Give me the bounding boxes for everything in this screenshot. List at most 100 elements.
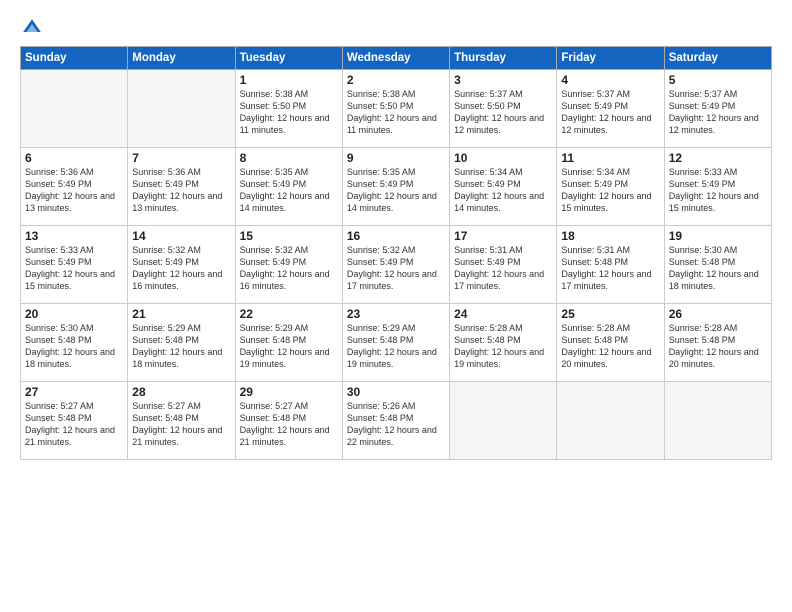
day-number: 1 [240,73,338,87]
calendar-cell: 19Sunrise: 5:30 AM Sunset: 5:48 PM Dayli… [664,226,771,304]
header-wednesday: Wednesday [342,47,449,70]
day-info: Sunrise: 5:31 AM Sunset: 5:48 PM Dayligh… [561,244,659,293]
day-info: Sunrise: 5:29 AM Sunset: 5:48 PM Dayligh… [132,322,230,371]
day-number: 9 [347,151,445,165]
day-number: 21 [132,307,230,321]
day-number: 10 [454,151,552,165]
day-info: Sunrise: 5:38 AM Sunset: 5:50 PM Dayligh… [240,88,338,137]
day-number: 6 [25,151,123,165]
day-info: Sunrise: 5:33 AM Sunset: 5:49 PM Dayligh… [25,244,123,293]
day-number: 17 [454,229,552,243]
calendar-cell: 26Sunrise: 5:28 AM Sunset: 5:48 PM Dayli… [664,304,771,382]
day-info: Sunrise: 5:32 AM Sunset: 5:49 PM Dayligh… [132,244,230,293]
calendar-cell: 5Sunrise: 5:37 AM Sunset: 5:49 PM Daylig… [664,70,771,148]
day-number: 28 [132,385,230,399]
day-info: Sunrise: 5:30 AM Sunset: 5:48 PM Dayligh… [25,322,123,371]
day-info: Sunrise: 5:35 AM Sunset: 5:49 PM Dayligh… [347,166,445,215]
calendar-cell: 6Sunrise: 5:36 AM Sunset: 5:49 PM Daylig… [21,148,128,226]
day-number: 16 [347,229,445,243]
day-info: Sunrise: 5:36 AM Sunset: 5:49 PM Dayligh… [132,166,230,215]
day-number: 25 [561,307,659,321]
day-info: Sunrise: 5:31 AM Sunset: 5:49 PM Dayligh… [454,244,552,293]
calendar-cell: 18Sunrise: 5:31 AM Sunset: 5:48 PM Dayli… [557,226,664,304]
day-number: 29 [240,385,338,399]
calendar-table: SundayMondayTuesdayWednesdayThursdayFrid… [20,46,772,460]
calendar-cell: 23Sunrise: 5:29 AM Sunset: 5:48 PM Dayli… [342,304,449,382]
calendar-cell: 30Sunrise: 5:26 AM Sunset: 5:48 PM Dayli… [342,382,449,460]
header-saturday: Saturday [664,47,771,70]
header-tuesday: Tuesday [235,47,342,70]
day-number: 2 [347,73,445,87]
calendar-header: SundayMondayTuesdayWednesdayThursdayFrid… [21,47,772,70]
calendar-body: 1Sunrise: 5:38 AM Sunset: 5:50 PM Daylig… [21,70,772,460]
calendar-cell: 12Sunrise: 5:33 AM Sunset: 5:49 PM Dayli… [664,148,771,226]
week-row-3: 13Sunrise: 5:33 AM Sunset: 5:49 PM Dayli… [21,226,772,304]
day-number: 27 [25,385,123,399]
calendar-cell: 10Sunrise: 5:34 AM Sunset: 5:49 PM Dayli… [450,148,557,226]
calendar-cell: 15Sunrise: 5:32 AM Sunset: 5:49 PM Dayli… [235,226,342,304]
day-number: 13 [25,229,123,243]
header [20,16,772,40]
day-number: 12 [669,151,767,165]
day-number: 5 [669,73,767,87]
calendar-cell: 22Sunrise: 5:29 AM Sunset: 5:48 PM Dayli… [235,304,342,382]
day-info: Sunrise: 5:34 AM Sunset: 5:49 PM Dayligh… [561,166,659,215]
calendar-cell: 24Sunrise: 5:28 AM Sunset: 5:48 PM Dayli… [450,304,557,382]
week-row-5: 27Sunrise: 5:27 AM Sunset: 5:48 PM Dayli… [21,382,772,460]
day-number: 14 [132,229,230,243]
calendar-cell [664,382,771,460]
logo [20,16,48,40]
header-monday: Monday [128,47,235,70]
day-info: Sunrise: 5:26 AM Sunset: 5:48 PM Dayligh… [347,400,445,449]
header-thursday: Thursday [450,47,557,70]
day-info: Sunrise: 5:28 AM Sunset: 5:48 PM Dayligh… [561,322,659,371]
day-number: 3 [454,73,552,87]
day-info: Sunrise: 5:33 AM Sunset: 5:49 PM Dayligh… [669,166,767,215]
calendar-cell: 1Sunrise: 5:38 AM Sunset: 5:50 PM Daylig… [235,70,342,148]
calendar-cell [557,382,664,460]
day-number: 23 [347,307,445,321]
calendar-cell: 20Sunrise: 5:30 AM Sunset: 5:48 PM Dayli… [21,304,128,382]
header-sunday: Sunday [21,47,128,70]
week-row-1: 1Sunrise: 5:38 AM Sunset: 5:50 PM Daylig… [21,70,772,148]
day-info: Sunrise: 5:36 AM Sunset: 5:49 PM Dayligh… [25,166,123,215]
calendar-cell: 9Sunrise: 5:35 AM Sunset: 5:49 PM Daylig… [342,148,449,226]
day-info: Sunrise: 5:28 AM Sunset: 5:48 PM Dayligh… [454,322,552,371]
day-number: 7 [132,151,230,165]
calendar-cell: 25Sunrise: 5:28 AM Sunset: 5:48 PM Dayli… [557,304,664,382]
calendar-cell: 7Sunrise: 5:36 AM Sunset: 5:49 PM Daylig… [128,148,235,226]
day-number: 11 [561,151,659,165]
week-row-2: 6Sunrise: 5:36 AM Sunset: 5:49 PM Daylig… [21,148,772,226]
week-row-4: 20Sunrise: 5:30 AM Sunset: 5:48 PM Dayli… [21,304,772,382]
day-number: 8 [240,151,338,165]
calendar-cell [128,70,235,148]
day-info: Sunrise: 5:32 AM Sunset: 5:49 PM Dayligh… [347,244,445,293]
calendar-cell: 21Sunrise: 5:29 AM Sunset: 5:48 PM Dayli… [128,304,235,382]
day-number: 15 [240,229,338,243]
day-number: 4 [561,73,659,87]
header-row: SundayMondayTuesdayWednesdayThursdayFrid… [21,47,772,70]
calendar-cell [450,382,557,460]
page: SundayMondayTuesdayWednesdayThursdayFrid… [0,0,792,612]
calendar-cell [21,70,128,148]
day-info: Sunrise: 5:34 AM Sunset: 5:49 PM Dayligh… [454,166,552,215]
day-info: Sunrise: 5:38 AM Sunset: 5:50 PM Dayligh… [347,88,445,137]
header-friday: Friday [557,47,664,70]
day-info: Sunrise: 5:37 AM Sunset: 5:50 PM Dayligh… [454,88,552,137]
day-info: Sunrise: 5:28 AM Sunset: 5:48 PM Dayligh… [669,322,767,371]
day-info: Sunrise: 5:27 AM Sunset: 5:48 PM Dayligh… [132,400,230,449]
calendar-cell: 17Sunrise: 5:31 AM Sunset: 5:49 PM Dayli… [450,226,557,304]
calendar-cell: 11Sunrise: 5:34 AM Sunset: 5:49 PM Dayli… [557,148,664,226]
calendar-cell: 16Sunrise: 5:32 AM Sunset: 5:49 PM Dayli… [342,226,449,304]
day-info: Sunrise: 5:37 AM Sunset: 5:49 PM Dayligh… [561,88,659,137]
day-number: 24 [454,307,552,321]
calendar-cell: 29Sunrise: 5:27 AM Sunset: 5:48 PM Dayli… [235,382,342,460]
day-number: 19 [669,229,767,243]
day-number: 26 [669,307,767,321]
day-info: Sunrise: 5:37 AM Sunset: 5:49 PM Dayligh… [669,88,767,137]
calendar-cell: 14Sunrise: 5:32 AM Sunset: 5:49 PM Dayli… [128,226,235,304]
logo-icon [20,16,44,40]
day-info: Sunrise: 5:30 AM Sunset: 5:48 PM Dayligh… [669,244,767,293]
day-info: Sunrise: 5:27 AM Sunset: 5:48 PM Dayligh… [25,400,123,449]
day-number: 20 [25,307,123,321]
